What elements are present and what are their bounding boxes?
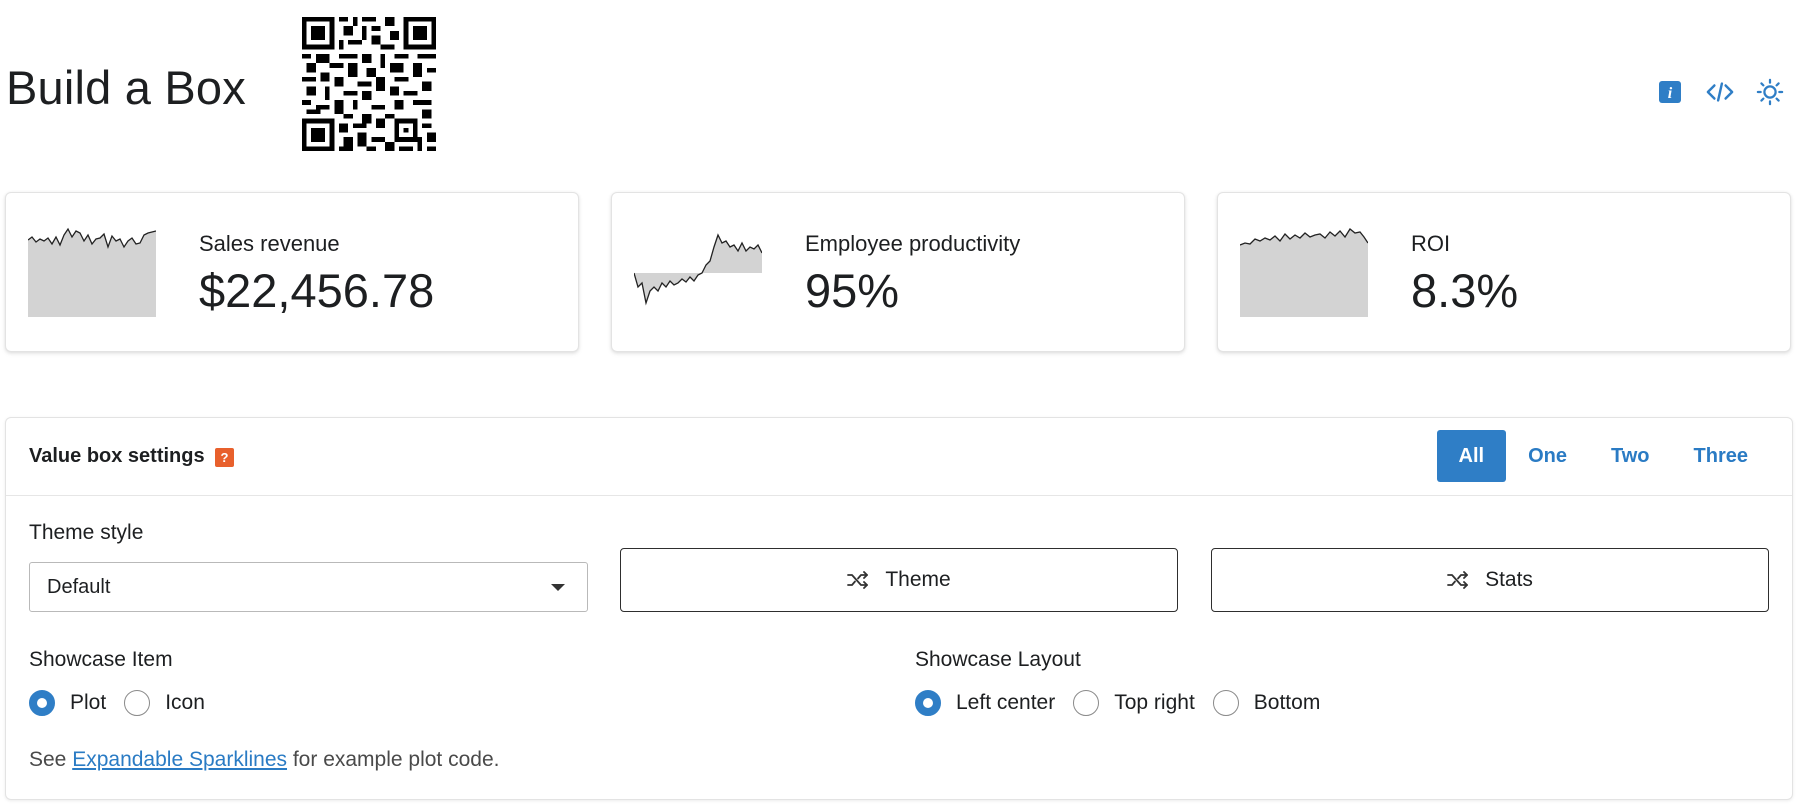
code-icon[interactable] xyxy=(1706,78,1734,106)
help-icon[interactable]: ? xyxy=(215,448,234,467)
theme-button-label: Theme xyxy=(885,568,951,591)
radio-label: Plot xyxy=(70,691,107,714)
header-toolbar: i xyxy=(1656,78,1784,106)
expandable-sparklines-link[interactable]: Expandable Sparklines xyxy=(72,748,287,771)
sparkline-area-icon xyxy=(634,233,762,306)
tab-all[interactable]: All xyxy=(1436,430,1507,482)
shuffle-stats-button[interactable]: Stats xyxy=(1211,548,1769,612)
page-title: Build a Box xyxy=(6,61,246,114)
radio-checked-icon xyxy=(915,690,941,716)
showcase-item-label: Showcase Item xyxy=(29,648,173,671)
value-box-value: $22,456.78 xyxy=(199,264,435,317)
theme-style-select[interactable]: Default xyxy=(29,562,588,612)
value-box-sales-revenue: Sales revenue $22,456.78 xyxy=(5,192,579,352)
value-box-title: ROI xyxy=(1411,231,1451,256)
tab-bar: All One Two Three xyxy=(1436,430,1770,482)
value-box-title: Sales revenue xyxy=(199,231,340,256)
sparkline-area-icon xyxy=(1240,228,1368,317)
stats-button-label: Stats xyxy=(1485,568,1533,591)
radio-checked-icon xyxy=(29,690,55,716)
card-title: Value box settings xyxy=(29,445,205,467)
value-box-value: 95% xyxy=(805,264,900,317)
tab-two[interactable]: Two xyxy=(1589,430,1672,482)
value-box-title: Employee productivity xyxy=(805,231,1021,256)
shuffle-icon xyxy=(847,571,869,589)
radio-left-center[interactable]: Left center xyxy=(915,690,1055,716)
sparkline-area-icon xyxy=(28,227,156,317)
shuffle-icon xyxy=(1447,571,1468,589)
tab-one[interactable]: One xyxy=(1506,430,1589,482)
sun-icon[interactable] xyxy=(1756,78,1784,106)
radio-icon[interactable]: Icon xyxy=(124,690,205,716)
radio-label: Icon xyxy=(165,691,205,714)
value-box-value: 8.3% xyxy=(1411,264,1519,317)
footnote-suffix: for example plot code. xyxy=(287,748,500,771)
chevron-down-icon xyxy=(551,584,565,591)
svg-text:i: i xyxy=(1668,85,1673,102)
radio-bottom[interactable]: Bottom xyxy=(1212,690,1321,716)
showcase-layout-radio-group: Left center Top right Bottom xyxy=(915,690,1338,716)
info-icon[interactable]: i xyxy=(1656,78,1684,106)
tab-three[interactable]: Three xyxy=(1672,430,1770,482)
showcase-layout-label: Showcase Layout xyxy=(915,648,1081,671)
footnote-prefix: See xyxy=(29,748,73,771)
radio-unchecked-icon xyxy=(1073,690,1100,716)
radio-unchecked-icon xyxy=(1212,690,1239,716)
radio-plot[interactable]: Plot xyxy=(29,690,106,716)
radio-top-right[interactable]: Top right xyxy=(1073,690,1195,716)
qr-code xyxy=(302,17,436,151)
card-header: Value box settings ? All One Two Three xyxy=(6,418,1792,496)
value-box-employee-productivity: Employee productivity 95% xyxy=(611,192,1185,352)
footnote: See Expandable Sparklines for example pl… xyxy=(29,748,499,772)
showcase-item-radio-group: Plot Icon xyxy=(29,690,223,716)
shuffle-theme-button[interactable]: Theme xyxy=(620,548,1178,612)
theme-style-selected: Default xyxy=(47,576,111,598)
radio-label: Top right xyxy=(1114,691,1195,714)
value-box-roi: ROI 8.3% xyxy=(1217,192,1791,352)
radio-label: Left center xyxy=(956,691,1056,714)
radio-label: Bottom xyxy=(1253,691,1321,714)
value-box-settings-card: Value box settings ? All One Two Three T… xyxy=(5,417,1793,800)
theme-style-label: Theme style xyxy=(29,521,144,544)
radio-unchecked-icon xyxy=(124,690,151,716)
